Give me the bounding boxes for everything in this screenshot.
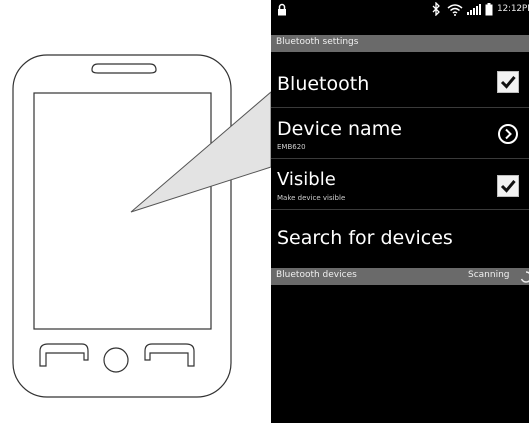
signal-icon [467, 4, 481, 15]
scanning-status: Scanning [468, 270, 510, 280]
visible-summary: Make device visible [277, 194, 346, 202]
bluetooth-toggle-row[interactable]: Bluetooth [271, 53, 529, 108]
visible-toggle-row[interactable]: Visible Make device visible [271, 159, 529, 210]
status-bar: 12:12PM [271, 0, 529, 20]
bluetooth-label: Bluetooth [277, 73, 370, 95]
bluetooth-devices-label: Bluetooth devices [276, 270, 357, 280]
device-name-label: Device name [277, 118, 402, 140]
check-icon [500, 76, 516, 89]
header-bar: Bluetooth settings [271, 35, 529, 52]
battery-icon [485, 3, 493, 16]
check-icon [500, 180, 516, 193]
device-name-value: EMB620 [277, 143, 306, 151]
bluetooth-checkbox[interactable] [497, 71, 519, 93]
bluetooth-icon [432, 2, 440, 16]
wifi-icon [447, 4, 463, 16]
visible-checkbox[interactable] [497, 175, 519, 197]
phone-screen [33, 92, 212, 330]
chevron-right-icon [505, 128, 512, 140]
phone-body [12, 54, 232, 398]
phone-left-key [39, 343, 89, 367]
phone-home-button [103, 347, 129, 373]
device-name-row[interactable]: Device name EMB620 [271, 108, 529, 159]
search-devices-label: Search for devices [277, 227, 453, 249]
phone-speaker [91, 63, 157, 74]
lock-icon [278, 3, 286, 16]
callout-pointer [130, 90, 272, 213]
phone-screen-content: 12:12PM Bluetooth settings Bluetooth Dev… [271, 0, 529, 423]
phone-right-key [144, 343, 195, 367]
status-time: 12:12PM [497, 4, 529, 14]
visible-label: Visible [277, 169, 336, 190]
spinner-icon [520, 271, 529, 283]
device-name-chevron-button[interactable] [498, 124, 518, 144]
bluetooth-devices-header: Bluetooth devices Scanning [271, 268, 529, 285]
page-title: Bluetooth settings [276, 37, 359, 47]
search-devices-row[interactable]: Search for devices [271, 210, 529, 260]
